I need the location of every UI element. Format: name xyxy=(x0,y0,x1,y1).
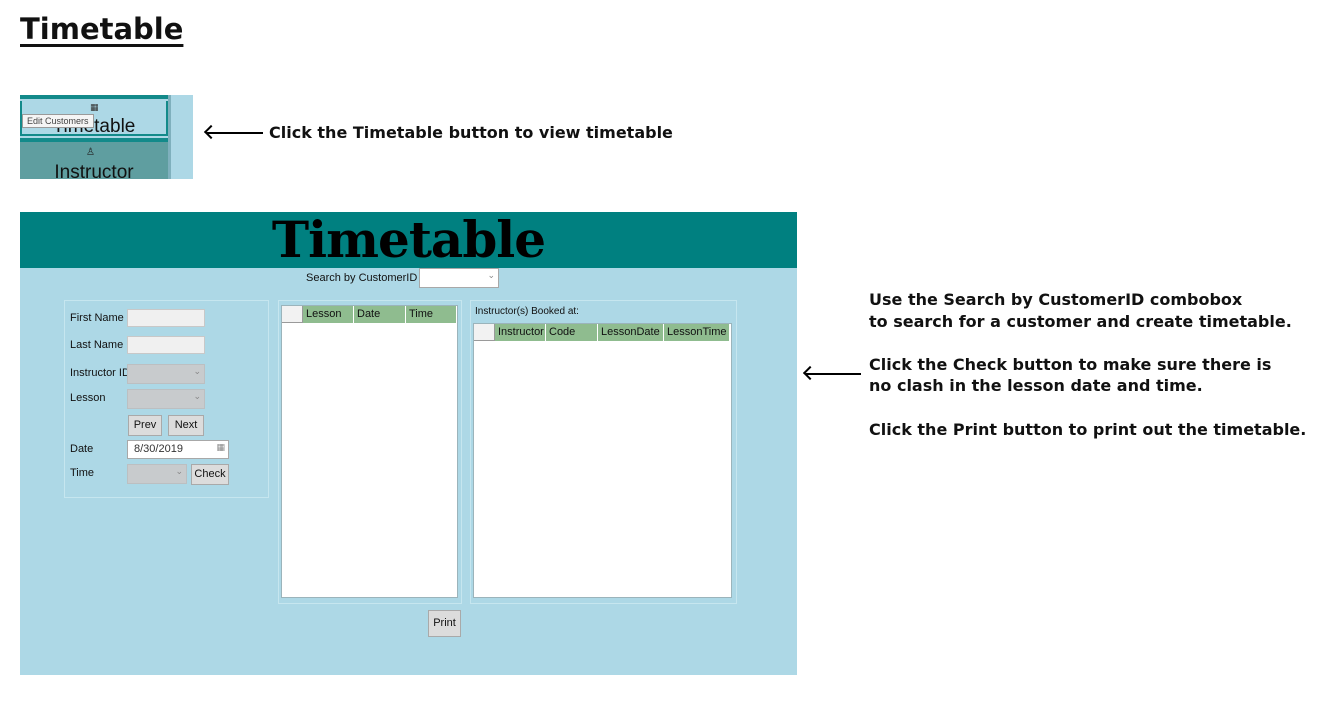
row-header-corner xyxy=(282,306,303,323)
note-search-line-2: to search for a customer and create time… xyxy=(869,312,1292,331)
time-combobox[interactable]: ⌄ xyxy=(127,464,187,484)
column-header[interactable]: LessonTime xyxy=(664,324,730,341)
edit-customers-tooltip: Edit Customers xyxy=(22,114,94,128)
chevron-down-icon: ⌄ xyxy=(193,392,201,402)
last-name-field[interactable] xyxy=(127,336,205,354)
booked-grid-header: Instructor Code LessonDate LessonTime xyxy=(474,324,730,341)
first-name-field[interactable] xyxy=(127,309,205,327)
column-header[interactable]: LessonDate xyxy=(598,324,664,341)
app-header: Timetable xyxy=(20,210,797,269)
prev-button[interactable]: Prev xyxy=(128,415,162,436)
customer-id-combobox[interactable]: ⌄ xyxy=(419,268,499,288)
first-name-label: First Name xyxy=(70,312,124,324)
page-title: Timetable xyxy=(20,12,184,46)
lesson-grid-header: Lesson Date Time xyxy=(282,306,457,323)
column-header[interactable]: Lesson xyxy=(303,306,354,323)
note-print: Click the Print button to print out the … xyxy=(869,420,1307,439)
timetable-window: Timetable Search by CustomerID ⌄ First N… xyxy=(20,210,797,675)
lesson-combobox[interactable]: ⌄ xyxy=(127,389,205,409)
date-label: Date xyxy=(70,443,94,455)
next-button[interactable]: Next xyxy=(168,415,204,436)
chevron-down-icon: ⌄ xyxy=(487,271,495,281)
instructor-nav-button[interactable]: ♙ Instructor xyxy=(20,142,168,179)
instructor-nav-label: Instructor xyxy=(54,162,134,179)
calendar-icon: ▦ xyxy=(90,103,99,113)
instructor-id-label: Instructor ID xyxy=(70,367,130,379)
note-check-line-2: no clash in the lesson date and time. xyxy=(869,376,1203,395)
app-title: Timetable xyxy=(271,210,546,269)
instructor-id-combobox[interactable]: ⌄ xyxy=(127,364,205,384)
nav-snippet: ▦ Timetable ♙ Instructor Edit Customers xyxy=(20,95,193,179)
column-header[interactable]: Time xyxy=(406,306,457,323)
chevron-down-icon: ⌄ xyxy=(193,367,201,377)
date-picker[interactable]: 8/30/2019 ▦ xyxy=(127,440,229,459)
left-arrow-icon xyxy=(207,132,263,134)
nav-divider xyxy=(20,95,168,99)
time-label: Time xyxy=(70,467,95,479)
lesson-label: Lesson xyxy=(70,392,106,404)
left-arrow-icon xyxy=(806,373,861,375)
booked-grid[interactable]: Instructor Code LessonDate LessonTime xyxy=(473,323,732,598)
calendar-dropdown-icon: ▦ xyxy=(216,443,225,453)
date-value: 8/30/2019 xyxy=(134,443,183,455)
check-button[interactable]: Check xyxy=(191,464,229,485)
note-check-line-1: Click the Check button to make sure ther… xyxy=(869,355,1272,374)
chevron-down-icon: ⌄ xyxy=(175,467,183,477)
column-header[interactable]: Instructor xyxy=(495,324,546,341)
customer-form-panel: First Name Last Name Instructor ID ⌄ Les… xyxy=(64,300,269,498)
row-header-corner xyxy=(474,324,495,341)
nav-scrollbar[interactable] xyxy=(168,95,171,179)
booked-grid-caption: Instructor(s) Booked at: xyxy=(475,306,579,317)
lesson-grid[interactable]: Lesson Date Time xyxy=(281,305,458,598)
print-button[interactable]: Print xyxy=(428,610,461,637)
column-header[interactable]: Code xyxy=(546,324,598,341)
last-name-label: Last Name xyxy=(70,339,124,351)
note-nav: Click the Timetable button to view timet… xyxy=(269,123,673,142)
column-header[interactable]: Date xyxy=(354,306,406,323)
person-car-icon: ♙ xyxy=(86,147,95,158)
search-label: Search by CustomerID xyxy=(306,272,418,284)
note-search-line-1: Use the Search by CustomerID combobox xyxy=(869,290,1243,309)
